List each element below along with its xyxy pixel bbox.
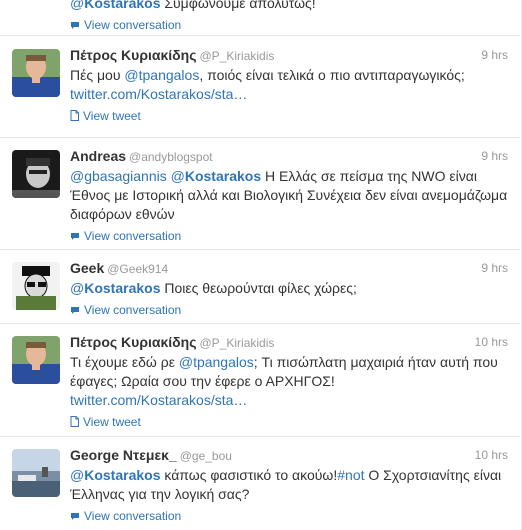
user-fullname[interactable]: George Ντεμεκ_ xyxy=(70,447,177,463)
mention-prefix: @ xyxy=(70,168,85,184)
view-conversation-link[interactable]: View conversation xyxy=(70,228,508,244)
mention-name: Kostarakos xyxy=(184,168,262,184)
mention-link[interactable]: @tpangalos xyxy=(179,354,254,370)
tweet[interactable]: George Ντεμεκ_ @ge_bou 10 hrs @Kostarakos… xyxy=(0,437,520,530)
tweet-timestamp[interactable]: 9 hrs xyxy=(481,258,508,278)
conversation-bubble-icon xyxy=(70,18,80,34)
tweet-timestamp[interactable]: 10 hrs xyxy=(475,445,508,465)
conversation-bubble-icon xyxy=(70,229,80,245)
mention-link[interactable]: @Kostarakos xyxy=(70,280,160,296)
user-handle[interactable]: @Geek914 xyxy=(107,262,168,276)
page-icon xyxy=(70,109,79,125)
avatar[interactable] xyxy=(12,336,60,384)
avatar[interactable] xyxy=(12,449,60,497)
mention-prefix: @ xyxy=(70,0,85,11)
view-conversation-link[interactable]: View conversation xyxy=(70,508,508,524)
user-handle[interactable]: @andyblogspot xyxy=(129,150,213,164)
user-fullname[interactable]: Πέτρος Κυριακίδης xyxy=(70,47,197,63)
mention-prefix: @ xyxy=(70,280,85,296)
tweet-text: Πές μου @tpangalos, ποιός είναι τελικά ο… xyxy=(70,66,508,104)
tweet-url-link[interactable]: twitter.com/Kostarakos/sta… xyxy=(70,392,247,408)
conversation-bubble-icon xyxy=(70,509,80,525)
tweet-text: @Kostarakos κάπως φασιστικό το ακούω!#no… xyxy=(70,466,508,504)
tweet-stream: @Kostarakos Συμφωνούμε απολύτως! View co… xyxy=(0,0,522,530)
user-handle[interactable]: @P_Kiriakidis xyxy=(200,336,275,350)
view-conversation-link[interactable]: View conversation xyxy=(70,17,508,33)
tweet-timestamp[interactable]: 9 hrs xyxy=(481,45,508,65)
user-handle[interactable]: @ge_bou xyxy=(180,449,232,463)
mention-prefix: @ xyxy=(124,67,139,83)
tweet-timestamp[interactable]: 10 hrs xyxy=(475,332,508,352)
mention-name: gbasagiannis xyxy=(84,168,167,184)
tweet-text-segment: , ποιός είναι τελικά ο πιο αντιπαραγωγικ… xyxy=(199,67,465,83)
tweet[interactable]: Geek @Geek914 9 hrs @Kostarakos Ποιες θεω… xyxy=(0,250,520,324)
tweet[interactable]: @Kostarakos Συμφωνούμε απολύτως! View co… xyxy=(0,0,520,36)
mention-prefix: @ xyxy=(170,168,185,184)
mention-name: Kostarakos xyxy=(84,0,161,11)
mention-name: Kostarakos xyxy=(84,467,161,483)
mention-name: tpangalos xyxy=(193,354,254,370)
mention-link[interactable]: @Kostarakos xyxy=(70,467,160,483)
user-fullname[interactable]: Πέτρος Κυριακίδης xyxy=(70,334,197,350)
mention-name: Kostarakos xyxy=(84,280,161,296)
tweet-timestamp[interactable]: 9 hrs xyxy=(481,146,508,166)
mention-name: not xyxy=(345,467,365,483)
tweet-text-segment: κάπως φασιστικό το ακούω! xyxy=(160,467,338,483)
mention-prefix: @ xyxy=(70,467,85,483)
user-fullname[interactable]: Geek xyxy=(70,260,104,276)
tweet-text-segment: Πές μου xyxy=(70,67,125,83)
tweet-text-segment: Τι έχουμε εδώ ρε xyxy=(70,354,179,370)
tweet-url-link[interactable]: twitter.com/Kostarakos/sta… xyxy=(70,86,247,102)
tweet-text: @Kostarakos Συμφωνούμε απολύτως! xyxy=(70,0,508,13)
mention-link[interactable]: @tpangalos xyxy=(124,67,199,83)
avatar[interactable] xyxy=(12,150,60,198)
conversation-bubble-icon xyxy=(70,303,80,319)
tweet-text: @gbasagiannis @Kostarakos Η Ελλάς σε πεί… xyxy=(70,167,508,224)
mention-name: tpangalos xyxy=(138,67,200,83)
tweet[interactable]: Πέτρος Κυριακίδης @P_Kiriakidis 9 hrs Πές… xyxy=(0,37,520,138)
mention-prefix: # xyxy=(337,467,346,483)
user-handle[interactable]: @P_Kiriakidis xyxy=(200,49,275,63)
mention-prefix: @ xyxy=(178,354,194,370)
mention-link[interactable]: @Kostarakos xyxy=(171,168,261,184)
view-tweet-link[interactable]: View tweet xyxy=(70,414,508,430)
user-fullname[interactable]: Andreas xyxy=(70,148,126,164)
avatar[interactable] xyxy=(12,49,60,97)
tweet[interactable]: Πέτρος Κυριακίδης @P_Kiriakidis 10 hrs Τι… xyxy=(0,324,520,437)
tweet-text: @Kostarakos Ποιες θεωρούνται φίλες χώρες… xyxy=(70,279,508,298)
view-tweet-link[interactable]: View tweet xyxy=(70,108,508,124)
mention-link[interactable]: @gbasagiannis xyxy=(70,168,167,184)
tweet-text-segment: Ποιες θεωρούνται φίλες χώρες; xyxy=(160,280,357,296)
tweet-text-segment: Συμφωνούμε απολύτως! xyxy=(160,0,316,11)
view-conversation-link[interactable]: View conversation xyxy=(70,302,508,318)
tweet[interactable]: Andreas @andyblogspot 9 hrs @gbasagiannis… xyxy=(0,138,520,250)
page-icon xyxy=(70,415,79,431)
hashtag-link[interactable]: #not xyxy=(337,467,364,483)
avatar[interactable] xyxy=(12,262,60,310)
tweet-text: Τι έχουμε εδώ ρε @tpangalos; Τι πισώπλατ… xyxy=(70,353,508,410)
mention-link[interactable]: @Kostarakos xyxy=(70,0,160,11)
